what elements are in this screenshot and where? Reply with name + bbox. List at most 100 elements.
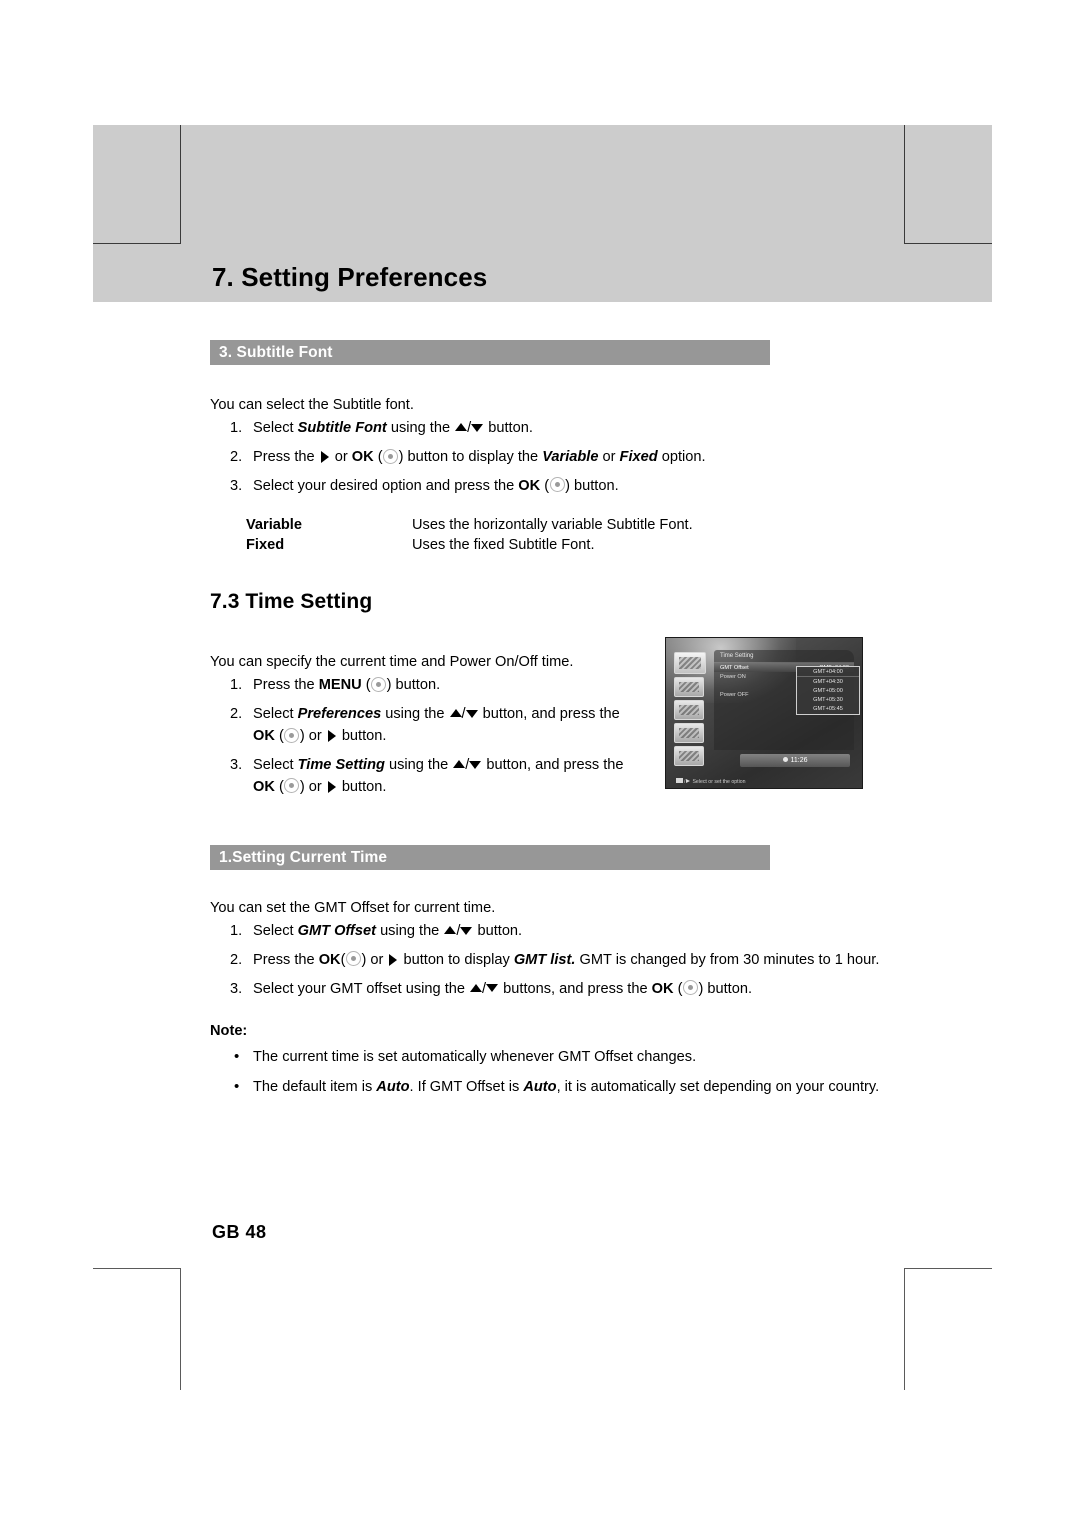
step-text: ) button to display the — [398, 449, 543, 466]
step-text: option. — [657, 449, 706, 466]
step-text: ) button. — [565, 477, 619, 494]
note-text: , it is automatically set depending on y… — [556, 1078, 880, 1095]
ok-button-icon — [383, 448, 399, 464]
key-label-ok: OK — [351, 449, 374, 466]
osd-gmt-option[interactable]: GMT+05:45 — [797, 705, 859, 714]
section-bar-subtitle-font: 3. Subtitle Font — [210, 340, 770, 365]
step-item: 3. Select Time Setting using the / button… — [230, 757, 624, 795]
note-label: Note: — [210, 1022, 248, 1039]
arrow-right-icon — [327, 780, 336, 793]
sidebar-icon-picture — [674, 652, 706, 674]
step-text: ) button. — [386, 677, 441, 694]
definition-description: Uses the horizontally variable Subtitle … — [412, 516, 693, 533]
crop-mark-top-left — [93, 125, 181, 244]
step-text: button. — [473, 922, 523, 939]
step-number: 1. — [230, 677, 243, 694]
note-item: • The current time is set automatically w… — [210, 1047, 910, 1069]
emphasis-time-setting: Time Setting — [297, 757, 385, 774]
osd-gmt-option[interactable]: GMT+05:00 — [797, 686, 859, 695]
definition-description: Uses the fixed Subtitle Font. — [412, 536, 595, 553]
step-number: 3. — [230, 477, 243, 494]
step-item: 3. Select your desired option and press t… — [210, 476, 910, 498]
osd-clock: 11:26 — [740, 754, 850, 767]
step-number: 2. — [230, 449, 243, 466]
step-text: Press the — [253, 677, 319, 694]
ok-button-icon — [682, 980, 698, 996]
step-number: 3. — [230, 980, 243, 997]
bullet-icon: • — [234, 1047, 240, 1065]
osd-row-label: Power ON — [720, 673, 746, 680]
osd-clock-value: 11:26 — [790, 757, 808, 764]
crop-mark-bottom-left — [93, 1268, 181, 1390]
emphasis-gmt-list: GMT list. — [513, 951, 576, 968]
step-text: Select — [253, 706, 298, 723]
osd-sidebar — [674, 652, 708, 766]
step-text: ) button. — [698, 980, 752, 997]
note-text: The default item is — [253, 1078, 377, 1095]
note-item: • The default item is Auto. If GMT Offset… — [210, 1077, 910, 1099]
arrow-down-icon — [486, 984, 499, 993]
step-text: button. — [337, 778, 387, 795]
step-text: Select — [253, 420, 298, 437]
step-text: button. — [484, 420, 533, 437]
step-item: 1. Select Subtitle Font using the / butto… — [210, 418, 910, 440]
subtitle-font-steps: 1. Select Subtitle Font using the / butto… — [210, 418, 910, 498]
definition-row: Fixed Uses the fixed Subtitle Font. — [246, 536, 910, 556]
arrow-right-icon — [320, 450, 329, 463]
section-bar-setting-current-time: 1.Setting Current Time — [210, 844, 770, 870]
ok-button-icon — [284, 778, 300, 794]
sidebar-icon-system — [674, 746, 704, 766]
tv-menu-screenshot: Time Setting GMT Offset GMT+04:00 Power … — [665, 637, 863, 789]
page-title: 7. Setting Preferences — [212, 262, 488, 292]
emphasis-auto: Auto — [523, 1078, 557, 1095]
emphasis-fixed: Fixed — [619, 449, 658, 466]
arrow-down-icon — [471, 423, 484, 432]
step-text: Select — [253, 757, 298, 774]
note-text: The current time is set automatically wh… — [253, 1048, 697, 1065]
osd-gmt-option[interactable]: GMT+05:30 — [797, 696, 859, 705]
key-label-ok: OK — [318, 951, 341, 968]
step-text: using the — [376, 922, 444, 939]
ok-button-icon — [284, 727, 300, 743]
arrow-right-icon — [327, 729, 336, 742]
step-text: using the — [386, 420, 455, 437]
osd-gmt-list-dropdown[interactable]: GMT+04:00 GMT+04:30 GMT+05:00 GMT+05:30 … — [796, 666, 860, 715]
step-text: or — [598, 449, 620, 466]
time-setting-steps: 1. Press the MENU () button. 2. Select Pre… — [210, 675, 665, 798]
clock-icon — [782, 757, 788, 762]
step-item: 2. Press the OK() or button to display GM… — [210, 950, 910, 972]
key-label-ok: OK — [518, 477, 541, 494]
key-right-icon — [686, 779, 691, 783]
key-label-ok: OK — [253, 728, 275, 745]
step-text: button, and press the — [478, 706, 620, 723]
heading-time-setting: 7.3 Time Setting — [210, 590, 373, 614]
step-text: or — [330, 449, 352, 466]
subtitle-font-intro: You can select the Subtitle font. — [210, 397, 414, 413]
osd-hint-text: Select or set the option — [692, 779, 746, 785]
step-item: 1. Select GMT Offset using the / button. — [210, 921, 910, 943]
arrow-up-icon — [470, 983, 483, 992]
definition-row: Variable Uses the horizontally variable … — [246, 516, 910, 536]
emphasis-gmt-offset: GMT Offset — [297, 922, 377, 939]
ok-button-icon — [549, 477, 565, 493]
step-number: 2. — [230, 951, 243, 968]
sidebar-icon-installation — [674, 723, 704, 743]
definition-term: Variable — [246, 516, 302, 533]
arrow-down-icon — [460, 926, 473, 935]
emphasis-preferences: Preferences — [297, 706, 382, 723]
step-text: ) or — [299, 728, 326, 745]
sidebar-icon-preferences — [674, 700, 704, 720]
osd-gmt-option[interactable]: GMT+04:00 — [797, 667, 859, 678]
osd-row-label: GMT Offset — [720, 664, 749, 671]
key-updown-icon — [676, 778, 683, 783]
step-item: 2. Press the or OK () button to display t… — [210, 447, 910, 469]
step-text: buttons, and press the — [499, 980, 652, 997]
step-item: 2. Select Preferences using the / button,… — [230, 706, 620, 745]
step-text: Select your GMT offset using the — [253, 980, 470, 997]
note-list: • The current time is set automatically w… — [210, 1047, 910, 1099]
step-text: button to display — [399, 951, 514, 968]
step-number: 1. — [230, 420, 243, 437]
emphasis-subtitle-font: Subtitle Font — [297, 420, 387, 437]
current-time-intro: You can set the GMT Offset for current t… — [210, 899, 496, 916]
osd-gmt-option[interactable]: GMT+04:30 — [797, 677, 859, 686]
